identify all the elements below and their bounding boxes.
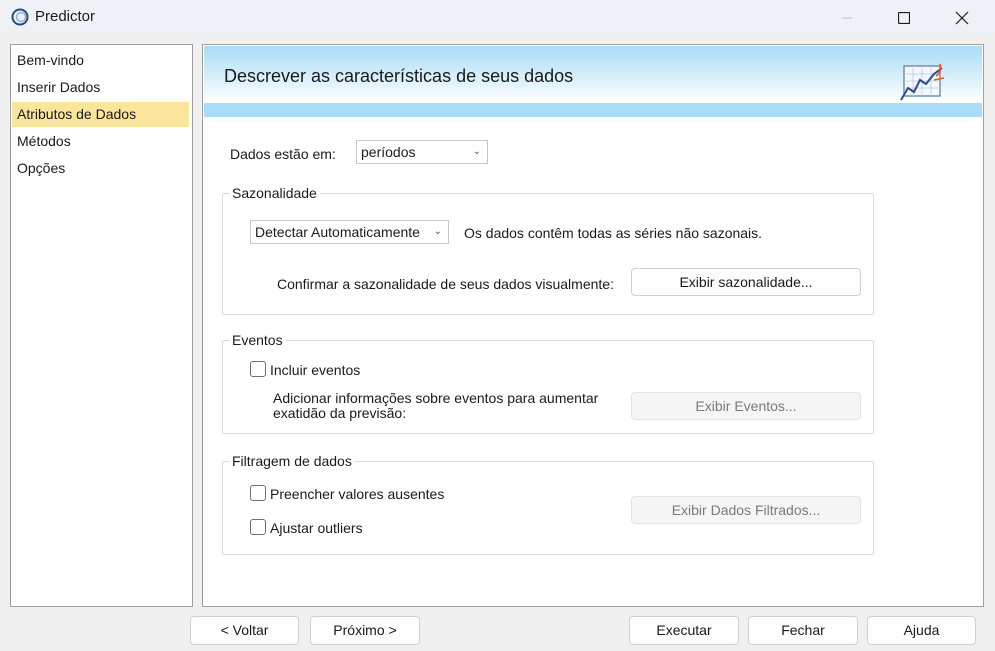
chevron-down-icon: ⌄ [472, 146, 481, 157]
adjust-outliers-checkbox[interactable] [250, 519, 266, 535]
seasonality-group: Sazonalidade Detectar Automaticamente ⌄ … [222, 185, 874, 315]
sidebar-item-label: Métodos [17, 133, 71, 149]
events-title: Eventos [229, 332, 286, 348]
app-logo-icon [11, 8, 29, 26]
maximize-icon [898, 12, 910, 24]
data-in-value: períodos [361, 144, 416, 160]
sidebar-item-atributos-de-dados[interactable]: Atributos de Dados [12, 102, 189, 127]
minimize-button[interactable] [818, 0, 876, 36]
main-panel: Descrever as características de seus dad… [202, 44, 984, 607]
seasonality-title: Sazonalidade [229, 185, 320, 201]
sidebar-item-label: Atributos de Dados [17, 106, 137, 122]
include-events-label: Incluir eventos [270, 362, 361, 378]
header-banner: Descrever as características de seus dad… [204, 46, 982, 103]
events-group: Eventos Incluir eventos Adicionar inform… [222, 332, 874, 434]
minimize-icon [842, 17, 852, 19]
seasonality-status: Os dados contêm todas as séries não sazo… [464, 225, 763, 241]
chevron-down-icon: ⌄ [433, 226, 442, 237]
sidebar-item-label: Bem-vindo [17, 52, 84, 68]
close-icon [955, 11, 969, 25]
back-button[interactable]: < Voltar [190, 616, 299, 645]
next-button[interactable]: Próximo > [310, 616, 420, 645]
run-button[interactable]: Executar [629, 616, 739, 645]
sidebar-item-opcoes[interactable]: Opções [12, 156, 189, 181]
sidebar-nav: Bem-vindo Inserir Dados Atributos de Dad… [10, 44, 193, 607]
seasonality-value: Detectar Automaticamente [255, 224, 420, 240]
data-in-label: Dados estão em: [230, 146, 336, 162]
include-events-checkbox[interactable] [250, 361, 266, 377]
fill-missing-checkbox[interactable] [250, 485, 266, 501]
close-button[interactable] [933, 0, 991, 36]
show-seasonality-button[interactable]: Exibir sazonalidade... [631, 268, 861, 296]
filtering-title: Filtragem de dados [229, 453, 355, 469]
header-stripe [204, 103, 982, 117]
show-filtered-data-button[interactable]: Exibir Dados Filtrados... [631, 496, 861, 524]
seasonality-confirm-label: Confirmar a sazonalidade de seus dados v… [277, 276, 614, 292]
chart-trend-icon [900, 63, 945, 101]
adjust-outliers-label: Ajustar outliers [270, 520, 363, 536]
sidebar-item-label: Opções [17, 160, 66, 176]
data-in-select[interactable]: períodos ⌄ [356, 140, 488, 164]
close-dialog-button[interactable]: Fechar [748, 616, 858, 645]
sidebar-item-metodos[interactable]: Métodos [12, 129, 189, 154]
sidebar-item-bem-vindo[interactable]: Bem-vindo [12, 48, 189, 73]
window-title: Predictor [35, 8, 96, 25]
events-description-line1: Adicionar informações sobre eventos para… [273, 390, 599, 406]
events-description-line2: exatidão da previsão: [273, 405, 407, 421]
title-bar: Predictor [0, 0, 995, 36]
fill-missing-label: Preencher valores ausentes [270, 486, 445, 502]
help-button[interactable]: Ajuda [867, 616, 976, 645]
page-title: Descrever as características de seus dad… [224, 66, 574, 86]
sidebar-item-label: Inserir Dados [17, 79, 101, 95]
filtering-group: Filtragem de dados Preencher valores aus… [222, 453, 874, 555]
sidebar-item-inserir-dados[interactable]: Inserir Dados [12, 75, 189, 100]
maximize-button[interactable] [875, 0, 933, 36]
seasonality-select[interactable]: Detectar Automaticamente ⌄ [250, 220, 449, 244]
show-events-button[interactable]: Exibir Eventos... [631, 392, 861, 420]
